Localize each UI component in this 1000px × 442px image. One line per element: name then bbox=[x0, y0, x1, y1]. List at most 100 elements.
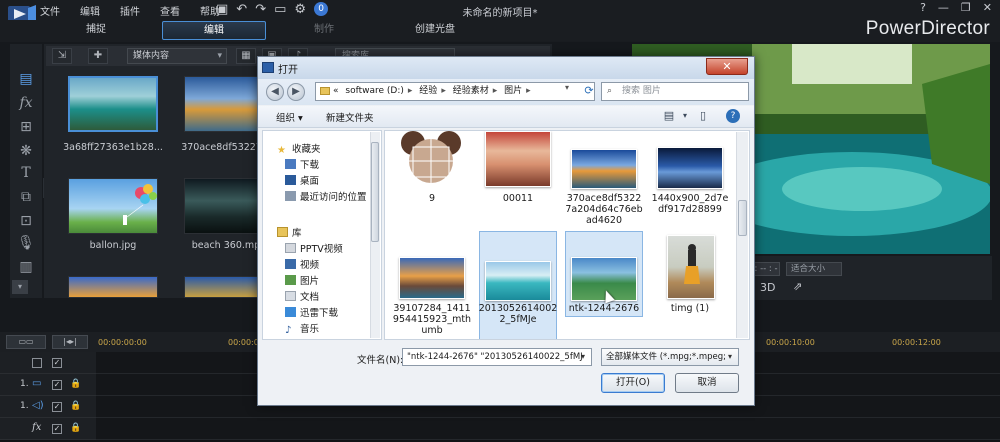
track-enable-checkbox[interactable]: ✓ bbox=[52, 402, 62, 412]
organize-button[interactable]: 组织 ▾ bbox=[276, 110, 303, 124]
room-sidebar: ▤ fx ⊞ ❋ T ⧉ ⊡ 🎙 ▥ bbox=[10, 44, 42, 298]
dialog-search-input[interactable]: ⌕ 搜索 图片 bbox=[601, 82, 749, 101]
3d-mode-button[interactable]: 3D bbox=[760, 281, 775, 294]
open-button[interactable]: 打开(O) bbox=[601, 373, 665, 393]
file-thumbnail[interactable] bbox=[667, 235, 715, 299]
screen-icon[interactable]: ▭ bbox=[274, 2, 286, 17]
cancel-button[interactable]: 取消 bbox=[675, 373, 739, 393]
media-room-icon[interactable]: ▤ bbox=[17, 70, 35, 88]
close-app-button[interactable]: ✕ bbox=[983, 1, 992, 14]
nav-item-music[interactable]: ♪ 音乐 bbox=[285, 321, 319, 336]
dialog-titlebar: 打开 bbox=[258, 57, 754, 79]
menu-edit[interactable]: 编辑 bbox=[80, 3, 100, 18]
nav-item-videos[interactable]: 视频 bbox=[285, 257, 319, 271]
nav-item-desktop[interactable]: 桌面 bbox=[285, 173, 319, 187]
nav-item-thunder[interactable]: 迅雷下载 bbox=[285, 305, 338, 319]
library-thumbnail[interactable] bbox=[68, 178, 158, 234]
transition-room-icon[interactable]: ⧉ bbox=[17, 188, 35, 206]
audio-mixing-icon[interactable]: ⊡ bbox=[17, 212, 35, 230]
library-filter-select[interactable]: 媒体内容 ▾ bbox=[127, 48, 227, 64]
particle-room-icon[interactable]: ❋ bbox=[17, 142, 35, 160]
file-thumbnail[interactable] bbox=[657, 147, 723, 189]
plugin-icon[interactable]: ✚ bbox=[88, 48, 108, 64]
filename-label: 文件名(N): bbox=[357, 355, 404, 366]
breadcrumb-folder[interactable]: 经验 bbox=[419, 86, 437, 96]
tab-create-disc[interactable]: 创建光盘 bbox=[400, 21, 470, 40]
nav-item-pptv[interactable]: PPTV视频 bbox=[285, 241, 343, 255]
chevron-down-icon[interactable]: ▾ bbox=[581, 349, 585, 365]
forward-button[interactable]: ▶ bbox=[287, 83, 305, 101]
title-room-icon[interactable]: T bbox=[17, 164, 35, 182]
library-item-caption: ballon.jpg bbox=[89, 240, 137, 251]
nav-item-documents[interactable]: 文档 bbox=[285, 289, 319, 303]
undo-icon[interactable]: ↶ bbox=[236, 2, 247, 17]
track-select-checkbox[interactable] bbox=[32, 358, 42, 368]
nav-favorites[interactable]: ★ 收藏夹 bbox=[277, 141, 321, 156]
fit-size-select[interactable]: 适合大小 bbox=[786, 262, 842, 276]
fx-room-icon[interactable]: fx bbox=[17, 94, 35, 112]
filename-input[interactable]: "ntk-1244-2676" "20130526140022_5fMJ bbox=[402, 348, 592, 366]
pip-room-icon[interactable]: ⊞ bbox=[17, 118, 35, 136]
redo-icon[interactable]: ↷ bbox=[255, 2, 266, 17]
breadcrumb-drive[interactable]: software (D:) bbox=[345, 86, 404, 96]
view-toggle-icon[interactable]: ▦ bbox=[236, 48, 256, 64]
address-bar[interactable]: « software (D:) ▸ 经验 ▸ 经验素材 ▸ 图片 ▸ bbox=[315, 82, 595, 101]
new-folder-button[interactable]: 新建文件夹 bbox=[326, 110, 374, 124]
nav-item-pictures[interactable]: 图片 bbox=[285, 273, 319, 287]
menu-plugins[interactable]: 插件 bbox=[120, 3, 140, 18]
lock-icon[interactable]: 🔒 bbox=[70, 423, 81, 433]
nav-scroll-thumb[interactable] bbox=[371, 142, 379, 242]
tab-capture[interactable]: 捕捉 bbox=[62, 21, 130, 40]
chevron-down-icon[interactable]: ▾ bbox=[12, 280, 28, 294]
file-thumbnail[interactable] bbox=[571, 149, 637, 189]
tab-produce[interactable]: 制作 bbox=[290, 21, 358, 40]
preview-pane-icon[interactable]: ▯ bbox=[694, 108, 712, 124]
file-thumbnail[interactable] bbox=[485, 131, 551, 187]
settings-icon[interactable]: ⚙ bbox=[294, 2, 306, 17]
undock-icon[interactable]: ⇗ bbox=[793, 280, 802, 293]
breadcrumb-folder[interactable]: 经验素材 bbox=[453, 86, 489, 96]
import-icon[interactable]: ⇲ bbox=[52, 48, 72, 64]
dialog-close-button[interactable]: ✕ bbox=[706, 58, 748, 75]
save-icon[interactable]: ▣ bbox=[216, 2, 228, 17]
document-library-icon bbox=[285, 291, 296, 301]
menu-file[interactable]: 文件 bbox=[40, 3, 60, 18]
track-enable-checkbox[interactable]: ✓ bbox=[52, 358, 62, 368]
minimize-button[interactable]: — bbox=[938, 1, 949, 14]
nav-item-recent[interactable]: 最近访问的位置 bbox=[285, 189, 367, 203]
chevron-down-icon[interactable]: ▾ bbox=[728, 349, 732, 365]
track-enable-checkbox[interactable]: ✓ bbox=[52, 424, 62, 434]
library-thumbnail[interactable] bbox=[68, 276, 158, 298]
help-icon[interactable]: ? bbox=[726, 109, 740, 123]
tab-edit[interactable]: 编辑 bbox=[162, 21, 266, 40]
voiceover-icon[interactable]: 🎙 bbox=[17, 234, 35, 252]
back-button[interactable]: ◀ bbox=[266, 83, 284, 101]
window-controls: ? — ❐ ✕ bbox=[920, 1, 992, 14]
chevron-down-icon[interactable]: ▾ bbox=[676, 108, 694, 124]
filetype-select[interactable]: 全部媒体文件 (*.mpg;*.mpeg; bbox=[601, 348, 739, 366]
refresh-icon[interactable]: ⟳ bbox=[580, 82, 598, 101]
nav-item-downloads[interactable]: 下载 bbox=[285, 157, 319, 171]
ruler-label: 00:00:00:00 bbox=[98, 338, 147, 347]
track-lane[interactable] bbox=[96, 418, 1000, 440]
lock-icon[interactable]: 🔒 bbox=[70, 401, 81, 411]
menu-view[interactable]: 查看 bbox=[160, 3, 180, 18]
file-list-scroll-thumb[interactable] bbox=[738, 200, 747, 236]
ruler-label: 00:00:12:00 bbox=[892, 338, 941, 347]
file-thumbnail[interactable] bbox=[485, 261, 551, 301]
storyboard-view-icon[interactable]: ▭▭ bbox=[6, 335, 46, 349]
help-button[interactable]: ? bbox=[920, 1, 926, 14]
lock-icon[interactable]: 🔒 bbox=[70, 379, 81, 389]
notification-badge[interactable]: 0 bbox=[314, 2, 329, 16]
library-thumbnail[interactable] bbox=[68, 76, 158, 132]
file-name: ntk-1244-2676 bbox=[568, 303, 640, 314]
file-thumbnail[interactable] bbox=[399, 131, 463, 187]
address-history-icon[interactable]: ▾ bbox=[565, 83, 569, 92]
restore-button[interactable]: ❐ bbox=[961, 1, 971, 14]
fit-timeline-icon[interactable]: |◂▸| bbox=[52, 335, 88, 349]
track-enable-checkbox[interactable]: ✓ bbox=[52, 380, 62, 390]
nav-libraries[interactable]: 库 bbox=[277, 225, 302, 239]
file-thumbnail[interactable] bbox=[399, 257, 465, 299]
chapter-room-icon[interactable]: ▥ bbox=[17, 258, 35, 276]
breadcrumb-current[interactable]: 图片 bbox=[504, 86, 522, 96]
